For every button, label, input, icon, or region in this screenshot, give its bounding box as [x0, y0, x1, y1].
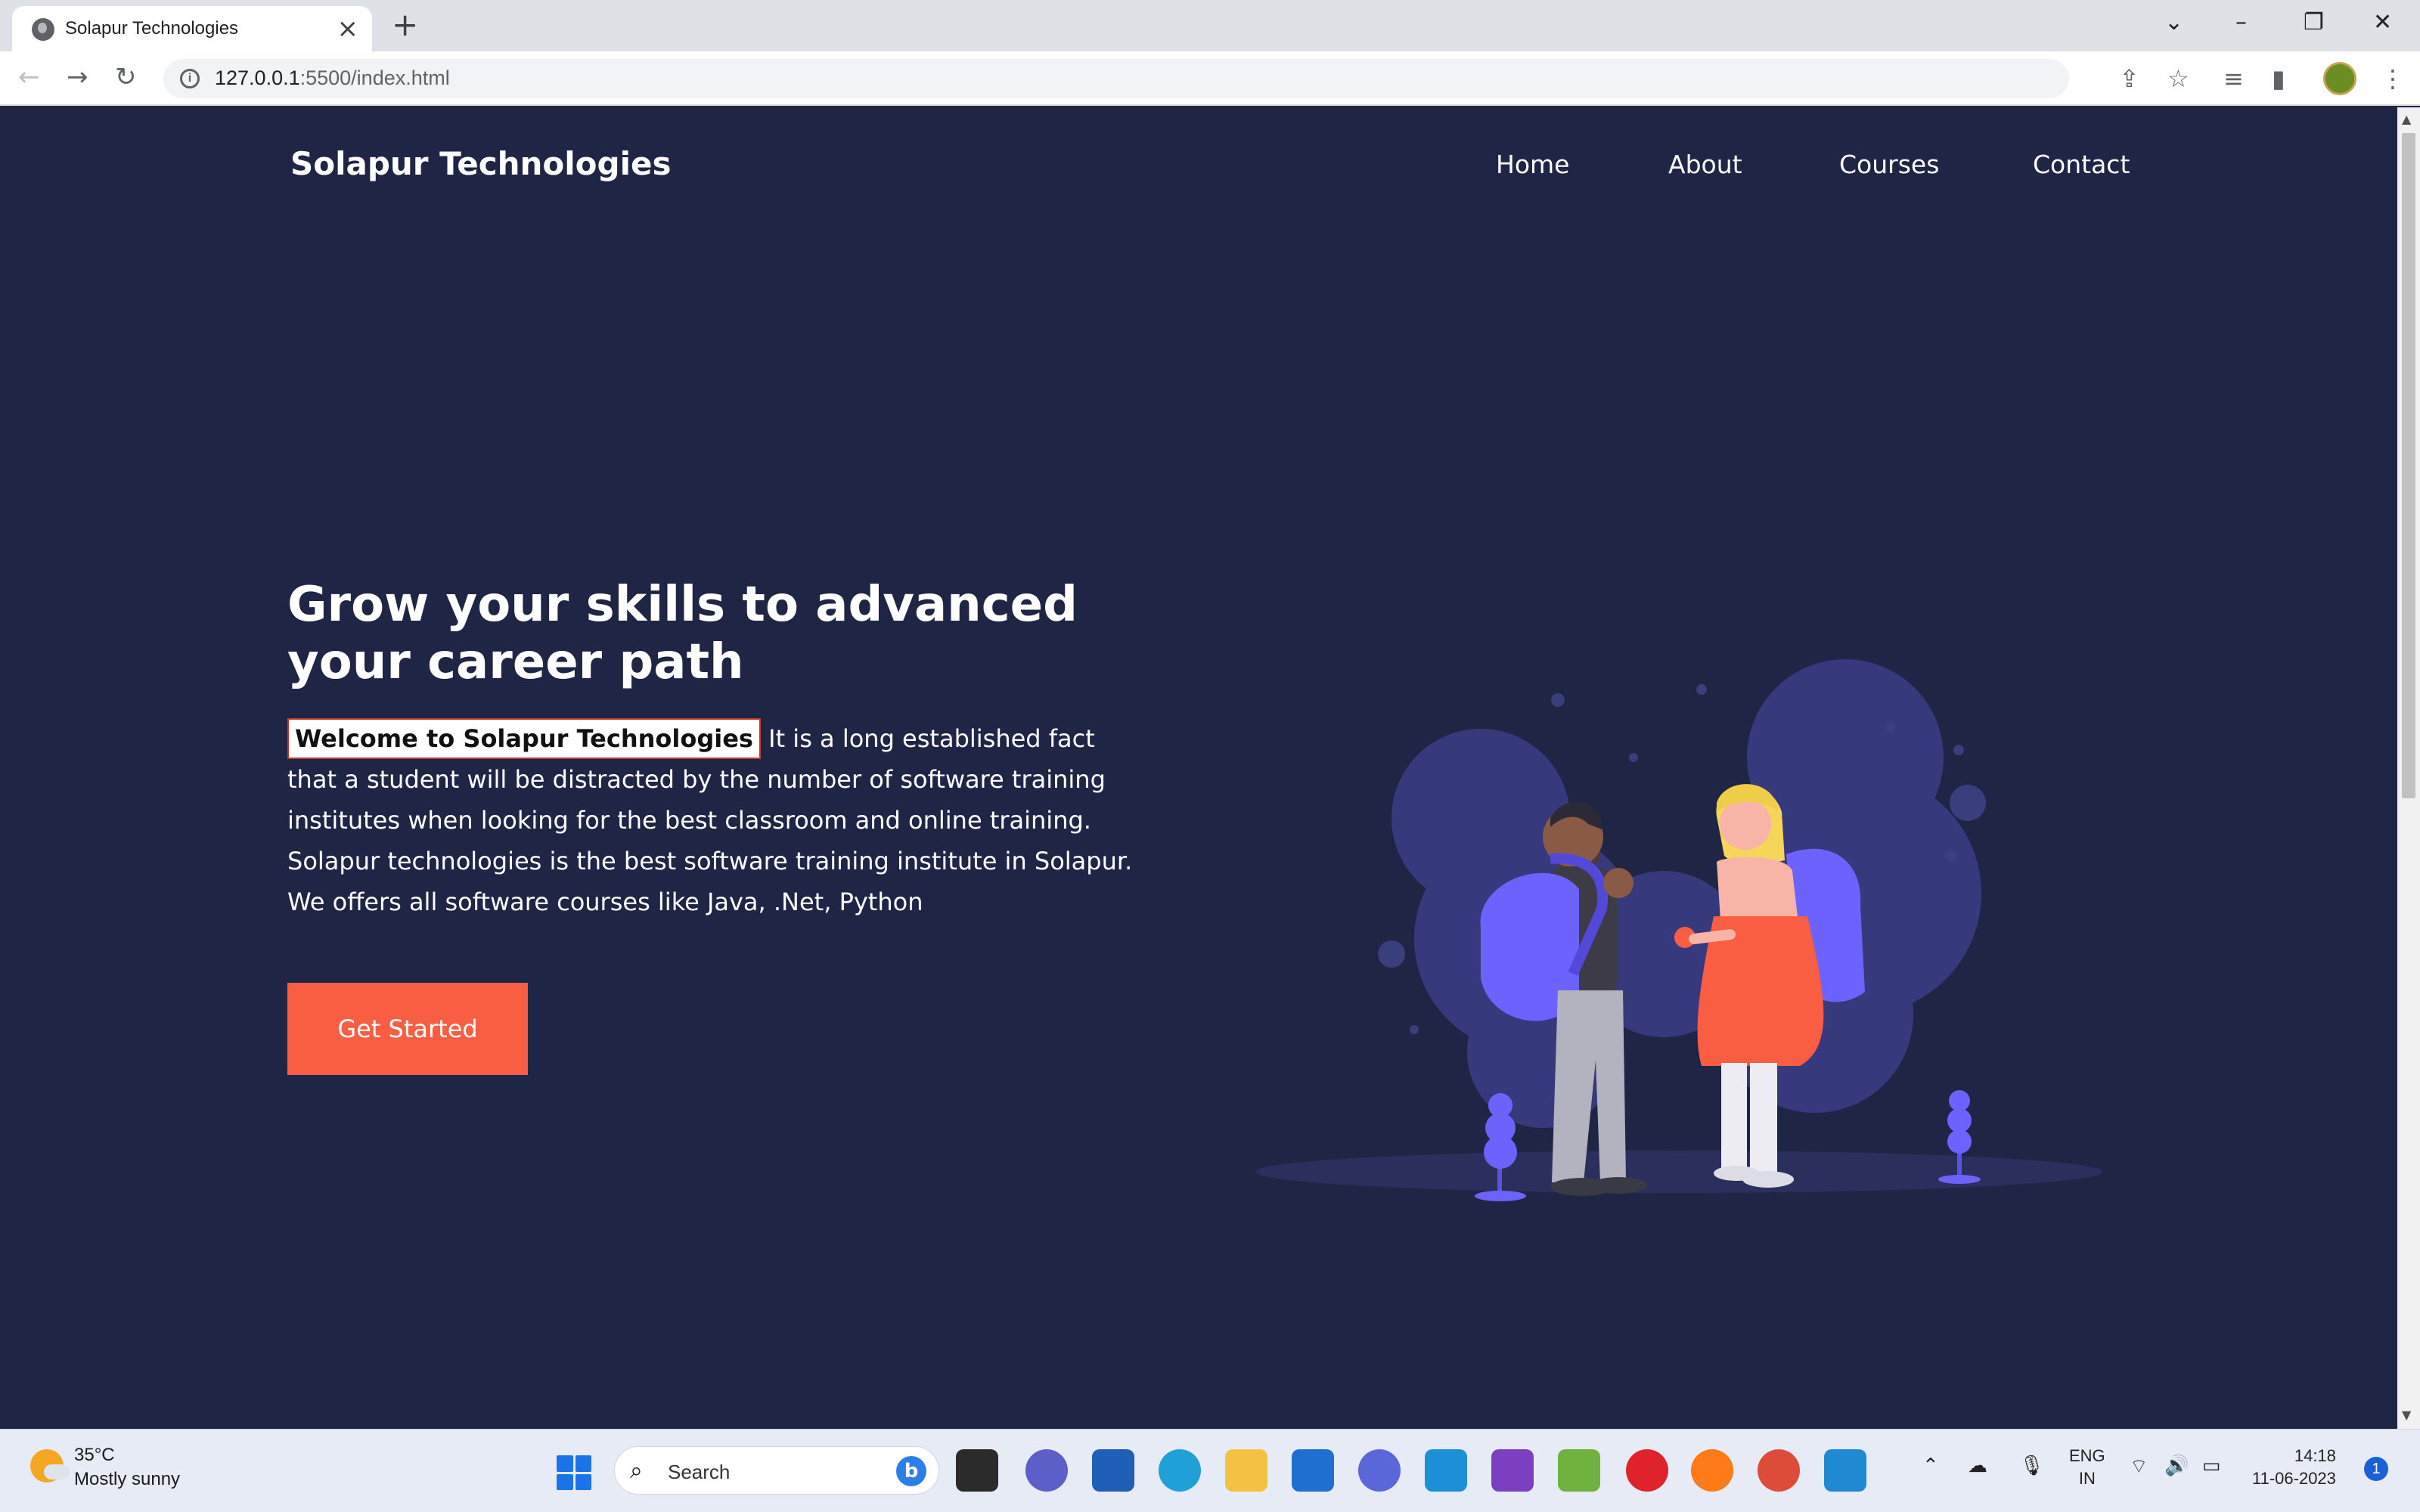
language-code: ENG: [2069, 1446, 2105, 1465]
get-started-button[interactable]: Get Started: [287, 983, 528, 1075]
notification-badge[interactable]: 1: [2364, 1457, 2388, 1481]
scroll-down-icon[interactable]: ▼: [2402, 1408, 2411, 1422]
edge-icon[interactable]: [1159, 1449, 1201, 1492]
weather-cloud-icon: [44, 1464, 70, 1479]
region-code: IN: [2078, 1469, 2096, 1488]
battery-icon[interactable]: ▭: [2202, 1454, 2221, 1477]
windows-taskbar: 35°C Mostly sunny ⌕ Search b ⌃ ☁ 🎙 ENG I…: [0, 1429, 2420, 1512]
taskbar-search-placeholder: Search: [668, 1461, 731, 1483]
scroll-up-icon[interactable]: ▲: [2402, 112, 2411, 126]
share-icon[interactable]: ⇪: [2119, 65, 2139, 92]
search-icon: ⌕: [630, 1458, 643, 1484]
onedrive-icon[interactable]: ☁: [1968, 1454, 1987, 1477]
bookmark-star-icon[interactable]: ☆: [2167, 65, 2189, 92]
url-path: :5500/index.html: [299, 67, 450, 89]
wifi-icon[interactable]: ⌔: [2130, 1454, 2148, 1479]
mail-icon[interactable]: [1292, 1449, 1334, 1492]
browser-tab[interactable]: Solapur Technologies ×: [12, 6, 372, 51]
language-indicator[interactable]: ENG IN: [2069, 1445, 2105, 1490]
store-icon[interactable]: [1092, 1449, 1134, 1492]
tab-search-icon[interactable]: ⌄: [2164, 6, 2183, 39]
hero-title: Grow your skills to advanced your career…: [287, 577, 1078, 690]
copilot-icon[interactable]: [1358, 1449, 1401, 1492]
minimize-button[interactable]: –: [2235, 6, 2247, 39]
vscode-icon[interactable]: [1824, 1449, 1866, 1492]
hero-description: Welcome to Solapur Technologies It is a …: [287, 718, 1150, 922]
url-text: 127.0.0.1:5500/index.html: [215, 67, 450, 90]
profile-avatar[interactable]: [2323, 62, 2356, 95]
app-icon[interactable]: [1558, 1449, 1600, 1492]
file-explorer-icon[interactable]: [1225, 1449, 1267, 1492]
reload-button[interactable]: ↻: [115, 62, 137, 92]
nav-about[interactable]: About: [1668, 150, 1742, 179]
address-bar[interactable]: i 127.0.0.1:5500/index.html: [163, 59, 2069, 98]
welcome-highlight: Welcome to Solapur Technologies: [287, 718, 761, 759]
system-clock[interactable]: 14:18 11-06-2023: [2252, 1445, 2336, 1490]
browser-tab-bar: Solapur Technologies × + ⌄ – ❐ ✕: [0, 0, 2420, 51]
visual-studio-icon[interactable]: [1491, 1449, 1534, 1492]
browser-toolbar: ← → ↻ i 127.0.0.1:5500/index.html ⇪ ☆ ≡ …: [0, 51, 2420, 106]
globe-icon: [32, 18, 54, 41]
weather-temperature[interactable]: 35°C: [74, 1445, 115, 1466]
firefox-icon[interactable]: [1691, 1449, 1733, 1492]
prime-video-icon[interactable]: [1425, 1449, 1467, 1492]
task-view-icon[interactable]: [956, 1449, 998, 1492]
media-control-icon[interactable]: ≡: [2223, 65, 2244, 92]
chat-icon[interactable]: [1025, 1449, 1068, 1492]
url-host: 127.0.0.1: [215, 67, 300, 89]
info-icon[interactable]: i: [180, 69, 200, 88]
ground-shadow: [1255, 1151, 2102, 1193]
page-scrollbar[interactable]: ▲ ▼: [2397, 107, 2420, 1429]
opera-icon[interactable]: [1626, 1449, 1668, 1492]
microphone-icon[interactable]: 🎙: [2019, 1454, 2044, 1477]
nav-home[interactable]: Home: [1496, 150, 1569, 179]
chrome-icon[interactable]: [1758, 1449, 1800, 1492]
show-hidden-icons[interactable]: ⌃: [1922, 1454, 1939, 1477]
scroll-thumb[interactable]: [2402, 133, 2415, 798]
site-brand[interactable]: Solapur Technologies: [290, 145, 671, 182]
nav-contact[interactable]: Contact: [2033, 150, 2130, 179]
menu-icon[interactable]: ⋮: [2381, 65, 2405, 92]
close-window-button[interactable]: ✕: [2373, 6, 2392, 39]
clock-time: 14:18: [2294, 1446, 2336, 1465]
restore-button[interactable]: ❐: [2304, 6, 2324, 39]
bing-icon[interactable]: b: [896, 1456, 926, 1486]
forward-button[interactable]: →: [67, 62, 88, 92]
windows-start-icon[interactable]: [557, 1455, 591, 1490]
new-tab-button[interactable]: +: [392, 8, 418, 42]
side-panel-icon[interactable]: ▮: [2272, 65, 2285, 92]
close-icon[interactable]: ×: [337, 14, 359, 44]
tab-title: Solapur Technologies: [65, 18, 239, 39]
back-button[interactable]: ←: [18, 62, 40, 92]
nav-courses[interactable]: Courses: [1839, 150, 1939, 179]
weather-condition[interactable]: Mostly sunny: [74, 1469, 180, 1490]
students-illustration: [1255, 659, 2102, 1201]
clock-date: 11-06-2023: [2252, 1469, 2336, 1488]
web-page: Solapur Technologies Home About Courses …: [0, 107, 2397, 1429]
taskbar-search[interactable]: ⌕ Search b: [614, 1446, 939, 1495]
volume-icon[interactable]: 🔊: [2164, 1454, 2189, 1477]
